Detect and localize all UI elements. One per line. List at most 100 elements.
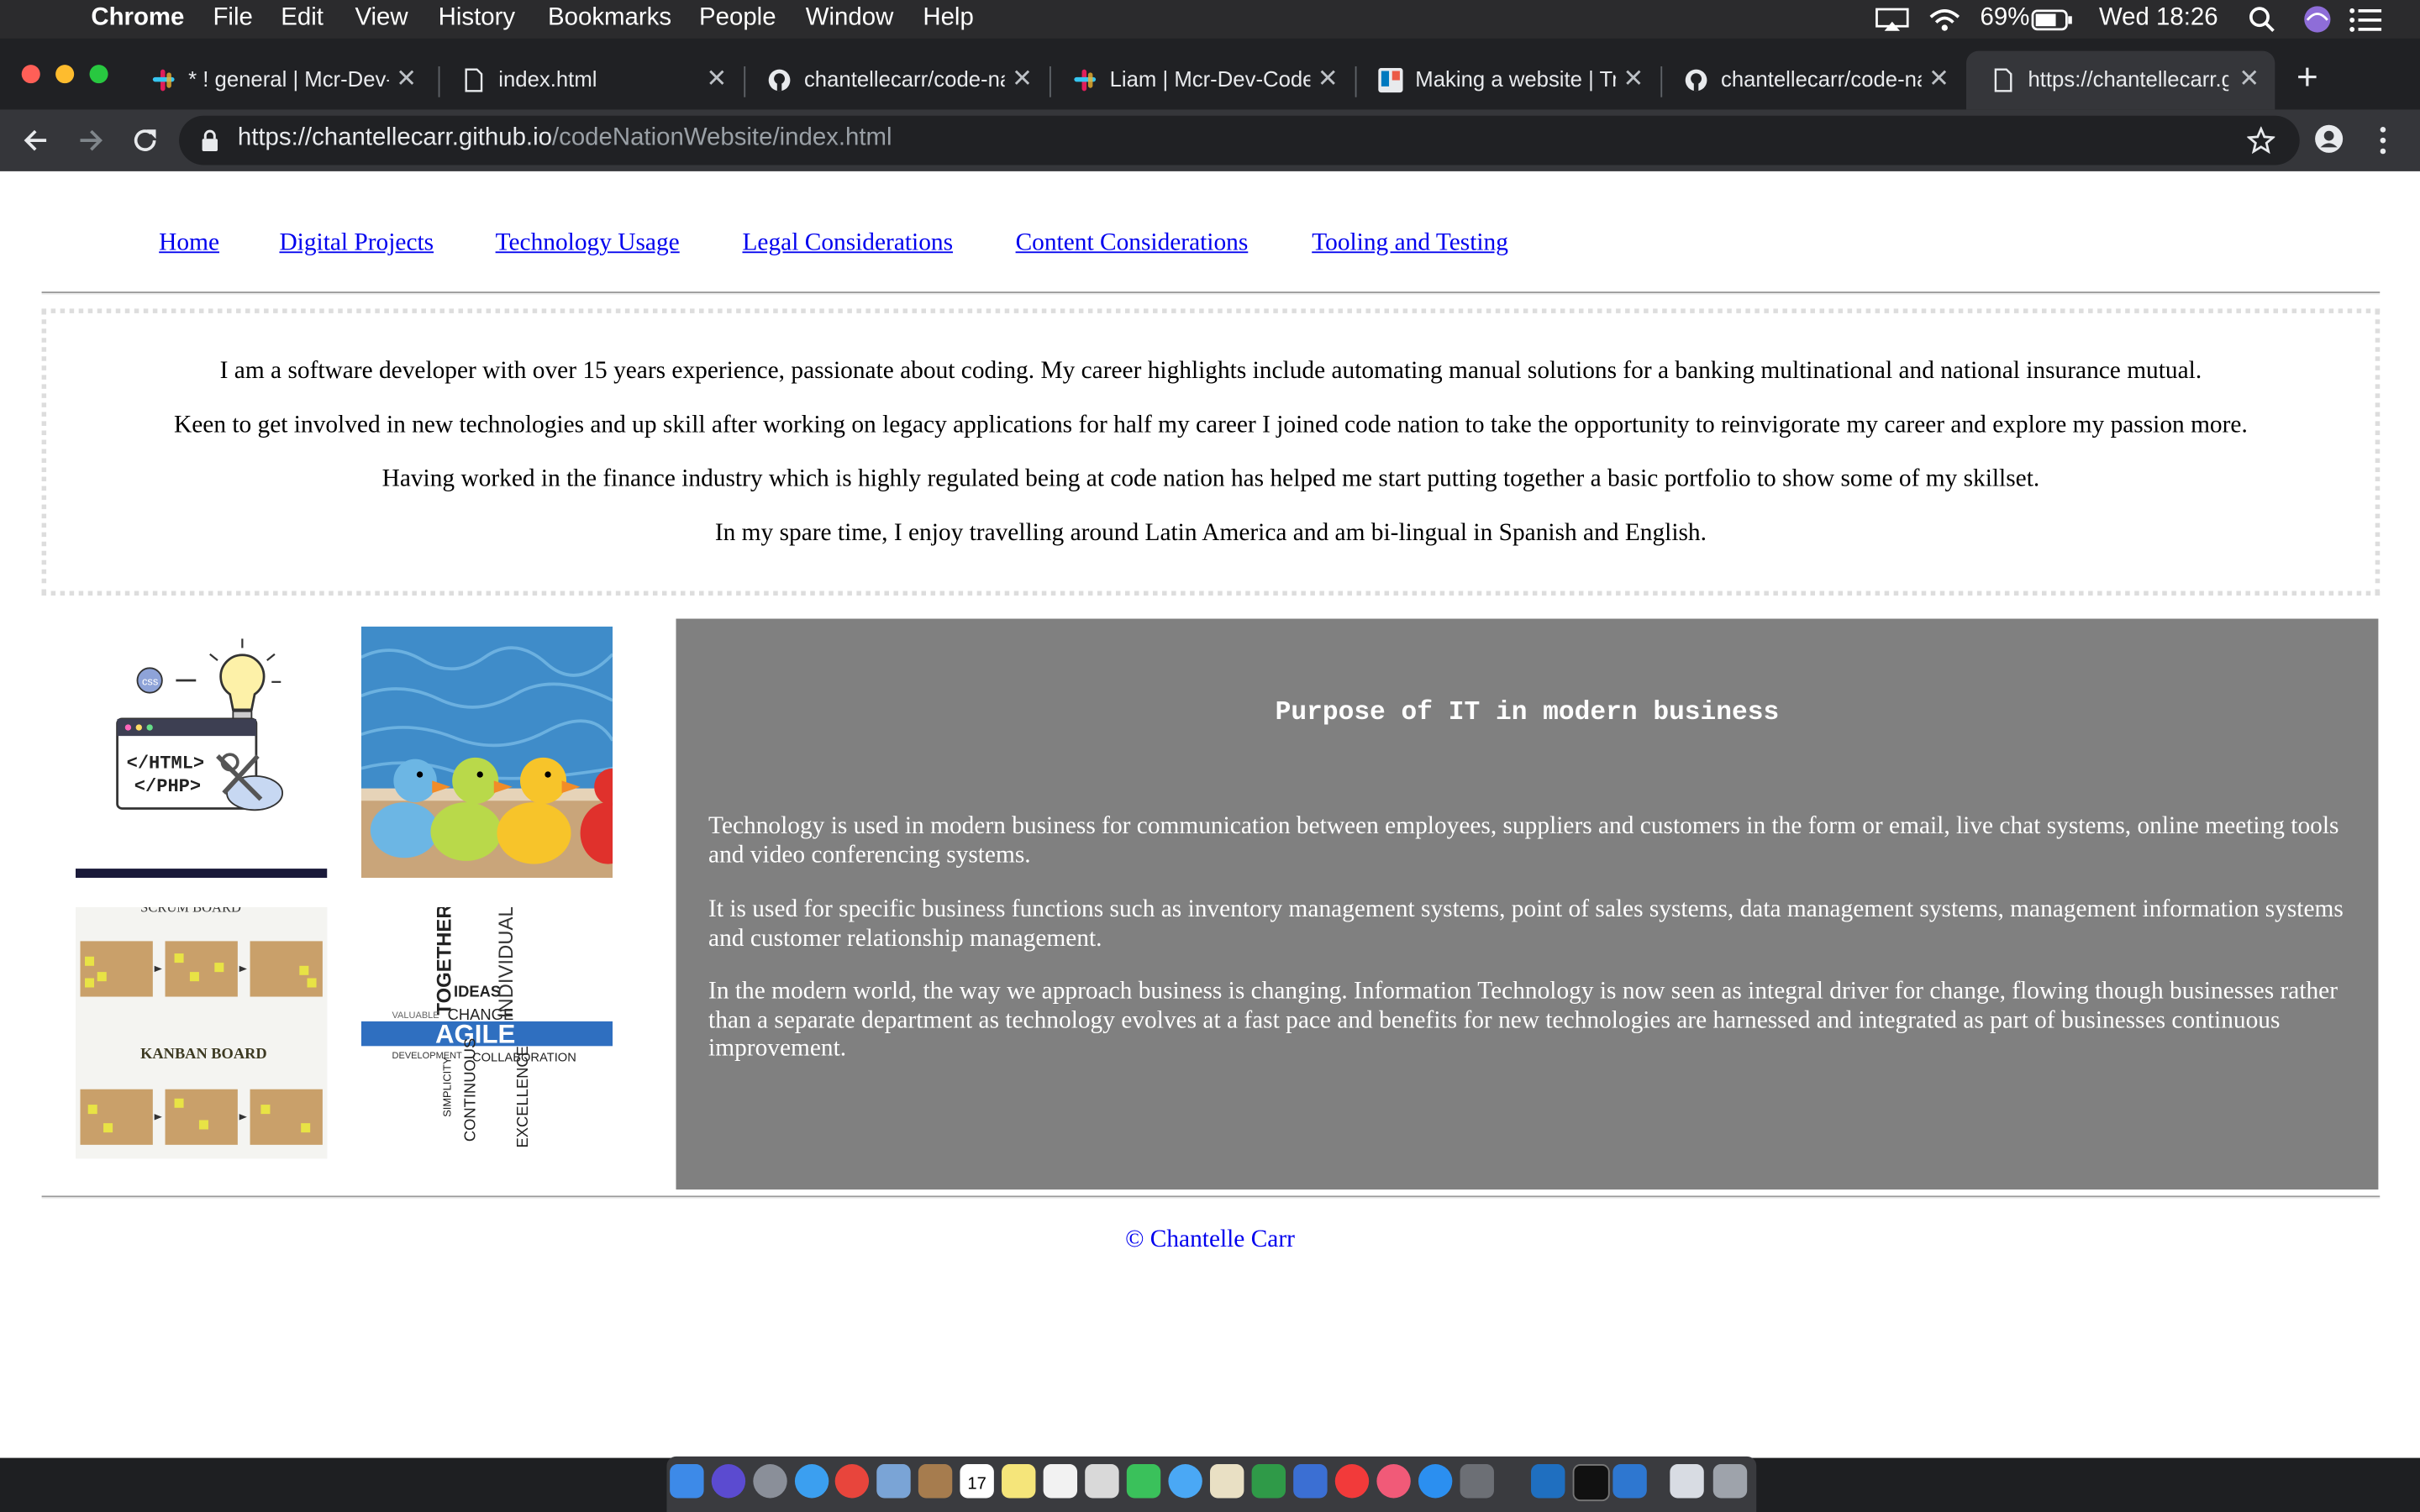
menu-people[interactable]: People (699, 5, 776, 33)
svg-text:EXCELLENCE: EXCELLENCE (513, 1046, 531, 1147)
tab-close-icon[interactable]: ✕ (1928, 63, 1949, 94)
messages-icon[interactable] (1168, 1464, 1202, 1499)
notification-center-icon[interactable] (2349, 8, 2383, 32)
menu-help[interactable]: Help (923, 5, 973, 33)
news-icon[interactable] (1334, 1464, 1370, 1499)
nav-link-legal-considerations[interactable]: Legal Considerations (742, 230, 953, 258)
lock-icon[interactable] (201, 129, 219, 151)
launchpad-icon[interactable] (753, 1464, 787, 1499)
svg-text:IDEAS: IDEAS (454, 983, 501, 1000)
footer-divider (41, 1195, 2381, 1200)
svg-text:VALUABLE: VALUABLE (392, 1011, 439, 1021)
purpose-of-it-panel: Purpose of IT in modern business Technol… (676, 618, 2379, 1190)
nav-link-home[interactable]: Home (159, 230, 219, 258)
rubber-ducks-photo (360, 626, 613, 879)
menubar-clock[interactable]: Wed 18:26 (2099, 5, 2218, 33)
spotlight-search-icon[interactable] (2249, 6, 2275, 33)
xcode-icon[interactable] (1612, 1464, 1647, 1499)
keynote-icon[interactable] (1293, 1464, 1328, 1499)
battery-icon[interactable] (2031, 9, 2074, 31)
siri-icon[interactable] (2302, 5, 2332, 34)
forward-icon[interactable] (77, 127, 105, 155)
tab-close-icon[interactable]: ✕ (1623, 63, 1644, 94)
app-store-icon[interactable] (1418, 1464, 1453, 1499)
finder-icon[interactable] (670, 1464, 704, 1499)
siri-dock-icon[interactable] (711, 1464, 746, 1499)
browser-toolbar: https://chantellecarr.github.io/codeNati… (0, 109, 2420, 171)
safari-icon[interactable] (794, 1464, 829, 1499)
tab-active-github-io[interactable]: https://chantellecarr.github.io ✕ (1966, 50, 2275, 110)
tab-trello-making-website[interactable]: Making a website | Trello ✕ (1354, 51, 1660, 110)
menu-history[interactable]: History (439, 5, 515, 33)
tab-github-code-nation-2[interactable]: chantellecarr/code-nation ✕ (1659, 51, 1965, 110)
css-label: css (142, 675, 158, 688)
bookmark-star-icon[interactable] (2247, 126, 2275, 155)
menu-file[interactable]: File (213, 5, 252, 33)
nav-link-tooling-and-testing[interactable]: Tooling and Testing (1312, 230, 1508, 258)
profile-avatar-icon[interactable] (2313, 123, 2344, 155)
window-close-button[interactable] (21, 65, 40, 84)
tab-close-icon[interactable]: ✕ (1318, 63, 1339, 94)
back-icon[interactable] (22, 127, 50, 155)
php-label: </PHP> (134, 776, 201, 797)
tab-index-html[interactable]: index.html ✕ (437, 51, 743, 110)
terminal-icon[interactable] (1572, 1464, 1610, 1502)
about-paragraph: Keen to get involved in new technologies… (174, 412, 2248, 438)
system-preferences-icon[interactable] (1460, 1464, 1494, 1499)
menu-bookmarks[interactable]: Bookmarks (548, 5, 671, 33)
address-bar[interactable]: https://chantellecarr.github.io/codeNati… (179, 115, 2300, 165)
about-paragraph: In my spare time, I enjoy travelling aro… (714, 519, 1707, 547)
nav-link-content-considerations[interactable]: Content Considerations (1016, 230, 1249, 258)
menu-edit[interactable]: Edit (281, 5, 324, 33)
slack-icon (1074, 69, 1097, 92)
tab-close-icon[interactable]: ✕ (396, 63, 417, 94)
calendar-icon[interactable]: 17 (960, 1464, 994, 1499)
menu-view[interactable]: View (355, 5, 408, 33)
tab-close-icon[interactable]: ✕ (1012, 63, 1033, 94)
tab-github-code-nation[interactable]: chantellecarr/code-nation ✕ (742, 51, 1048, 110)
window-zoom-button[interactable] (89, 65, 108, 84)
photos-icon[interactable] (1085, 1464, 1119, 1499)
menu-app-name[interactable]: Chrome (91, 5, 184, 33)
about-section: I am a software developer with over 15 y… (41, 308, 2381, 596)
url-text[interactable]: https://chantellecarr.github.io/codeNati… (238, 125, 892, 153)
tab-title: chantellecarr/code-nation (803, 66, 1005, 92)
vscode-icon[interactable] (1531, 1464, 1565, 1499)
airplay-icon[interactable] (1876, 8, 1909, 32)
trello-icon (1378, 67, 1403, 93)
maps-icon[interactable] (1210, 1464, 1244, 1499)
purpose-paragraph: Technology is used in modern business fo… (708, 812, 2339, 869)
tab-title: index.html (498, 66, 597, 92)
more-menu-icon[interactable] (2377, 125, 2390, 156)
preview-icon[interactable] (876, 1464, 911, 1499)
github-icon (1685, 69, 1707, 92)
tab-close-icon[interactable]: ✕ (706, 63, 727, 94)
nav-link-technology-usage[interactable]: Technology Usage (496, 230, 680, 258)
new-tab-button[interactable]: + (2296, 57, 2318, 100)
music-icon[interactable] (1376, 1464, 1411, 1499)
footer-copyright: © Chantelle Carr (1125, 1226, 1295, 1253)
battery-percent: 69% (1980, 4, 2030, 31)
reminders-icon[interactable] (1043, 1464, 1078, 1499)
chrome-icon[interactable] (834, 1464, 870, 1499)
reload-icon[interactable] (131, 127, 159, 155)
file-icon (465, 68, 483, 92)
notes-book-icon[interactable] (918, 1464, 953, 1499)
menu-window[interactable]: Window (806, 5, 894, 33)
window-minimize-button[interactable] (55, 65, 75, 84)
tab-slack-general[interactable]: * ! general | Mcr-Dev-Code-Nation ✕ (127, 51, 433, 110)
purpose-paragraph: In the modern world, the way we approach… (708, 978, 2338, 1062)
purpose-heading: Purpose of IT in modern business (1275, 699, 1780, 728)
facetime-icon[interactable] (1126, 1464, 1161, 1499)
scrum-board-label: SCRUM BOARD (140, 907, 241, 916)
file-icon (1994, 68, 2012, 92)
numbers-icon[interactable] (1251, 1464, 1286, 1499)
tab-close-icon[interactable]: ✕ (2238, 63, 2260, 94)
tab-slack-liam[interactable]: Liam | Mcr-Dev-Code-Nation ✕ (1048, 51, 1354, 110)
header-divider (41, 291, 2381, 295)
stickies-icon[interactable] (1002, 1464, 1036, 1499)
documents-folder-icon[interactable] (1670, 1464, 1704, 1499)
trash-icon[interactable] (1712, 1464, 1748, 1499)
wifi-icon[interactable] (1928, 6, 1961, 32)
nav-link-digital-projects[interactable]: Digital Projects (279, 230, 434, 258)
